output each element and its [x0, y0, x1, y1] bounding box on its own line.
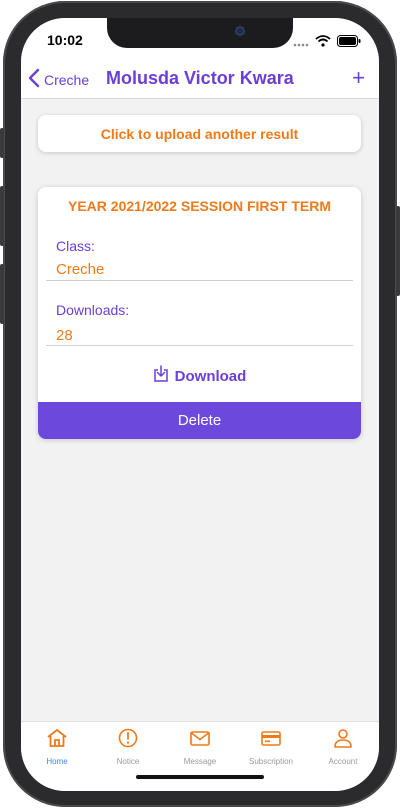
camera-icon — [235, 26, 245, 36]
signal-icon — [293, 34, 309, 52]
upload-result-button[interactable]: Click to upload another result — [38, 115, 361, 152]
tab-message[interactable]: Message — [164, 728, 236, 766]
wifi-icon — [315, 34, 331, 52]
tab-bar: Home Notice Message Subscription Account — [21, 721, 379, 791]
class-value: Creche — [56, 261, 105, 278]
download-icon — [153, 365, 169, 387]
card-icon — [260, 728, 282, 753]
class-label: Class: — [56, 238, 95, 254]
navigation-bar: Creche Molusda Victor Kwara + — [21, 62, 379, 99]
tab-account-label: Account — [328, 757, 358, 766]
tab-account[interactable]: Account — [307, 728, 379, 766]
delete-button[interactable]: Delete — [38, 402, 361, 439]
tab-subscription-label: Subscription — [248, 757, 294, 766]
tab-home[interactable]: Home — [21, 728, 93, 766]
home-icon — [46, 728, 68, 753]
phone-device: 10:02 Creche Molusda Victor Kwara + Clic… — [0, 0, 400, 809]
downloads-label: Downloads: — [56, 302, 130, 318]
download-button[interactable]: Download — [38, 365, 361, 387]
back-button[interactable]: Creche — [27, 68, 89, 91]
volume-up-button — [0, 186, 4, 246]
user-icon — [332, 728, 354, 753]
tab-notice-label: Notice — [116, 757, 140, 766]
alert-circle-icon — [118, 728, 138, 753]
silent-switch — [0, 128, 4, 158]
result-session-title: YEAR 2021/2022 SESSION FIRST TERM — [68, 198, 331, 214]
chevron-left-icon — [27, 68, 41, 91]
battery-icon — [337, 34, 361, 52]
volume-down-button — [0, 264, 4, 324]
tab-notice[interactable]: Notice — [92, 728, 164, 766]
downloads-divider — [46, 345, 353, 346]
result-card: YEAR 2021/2022 SESSION FIRST TERM Class:… — [38, 187, 361, 439]
app-screen: 10:02 Creche Molusda Victor Kwara + Clic… — [21, 18, 379, 791]
tab-message-label: Message — [183, 757, 217, 766]
download-label: Download — [174, 367, 247, 385]
notch — [107, 18, 293, 48]
status-time: 10:02 — [47, 32, 83, 48]
envelope-icon — [189, 728, 211, 753]
class-divider — [46, 280, 353, 281]
home-indicator — [136, 775, 264, 779]
tab-home-label: Home — [46, 757, 68, 766]
power-button — [396, 206, 400, 296]
tab-subscription[interactable]: Subscription — [235, 728, 307, 766]
back-label: Creche — [44, 71, 90, 88]
downloads-value: 28 — [56, 327, 73, 344]
page-title: Molusda Victor Kwara — [106, 68, 294, 88]
status-icons — [293, 34, 361, 52]
add-button[interactable]: + — [352, 65, 365, 91]
